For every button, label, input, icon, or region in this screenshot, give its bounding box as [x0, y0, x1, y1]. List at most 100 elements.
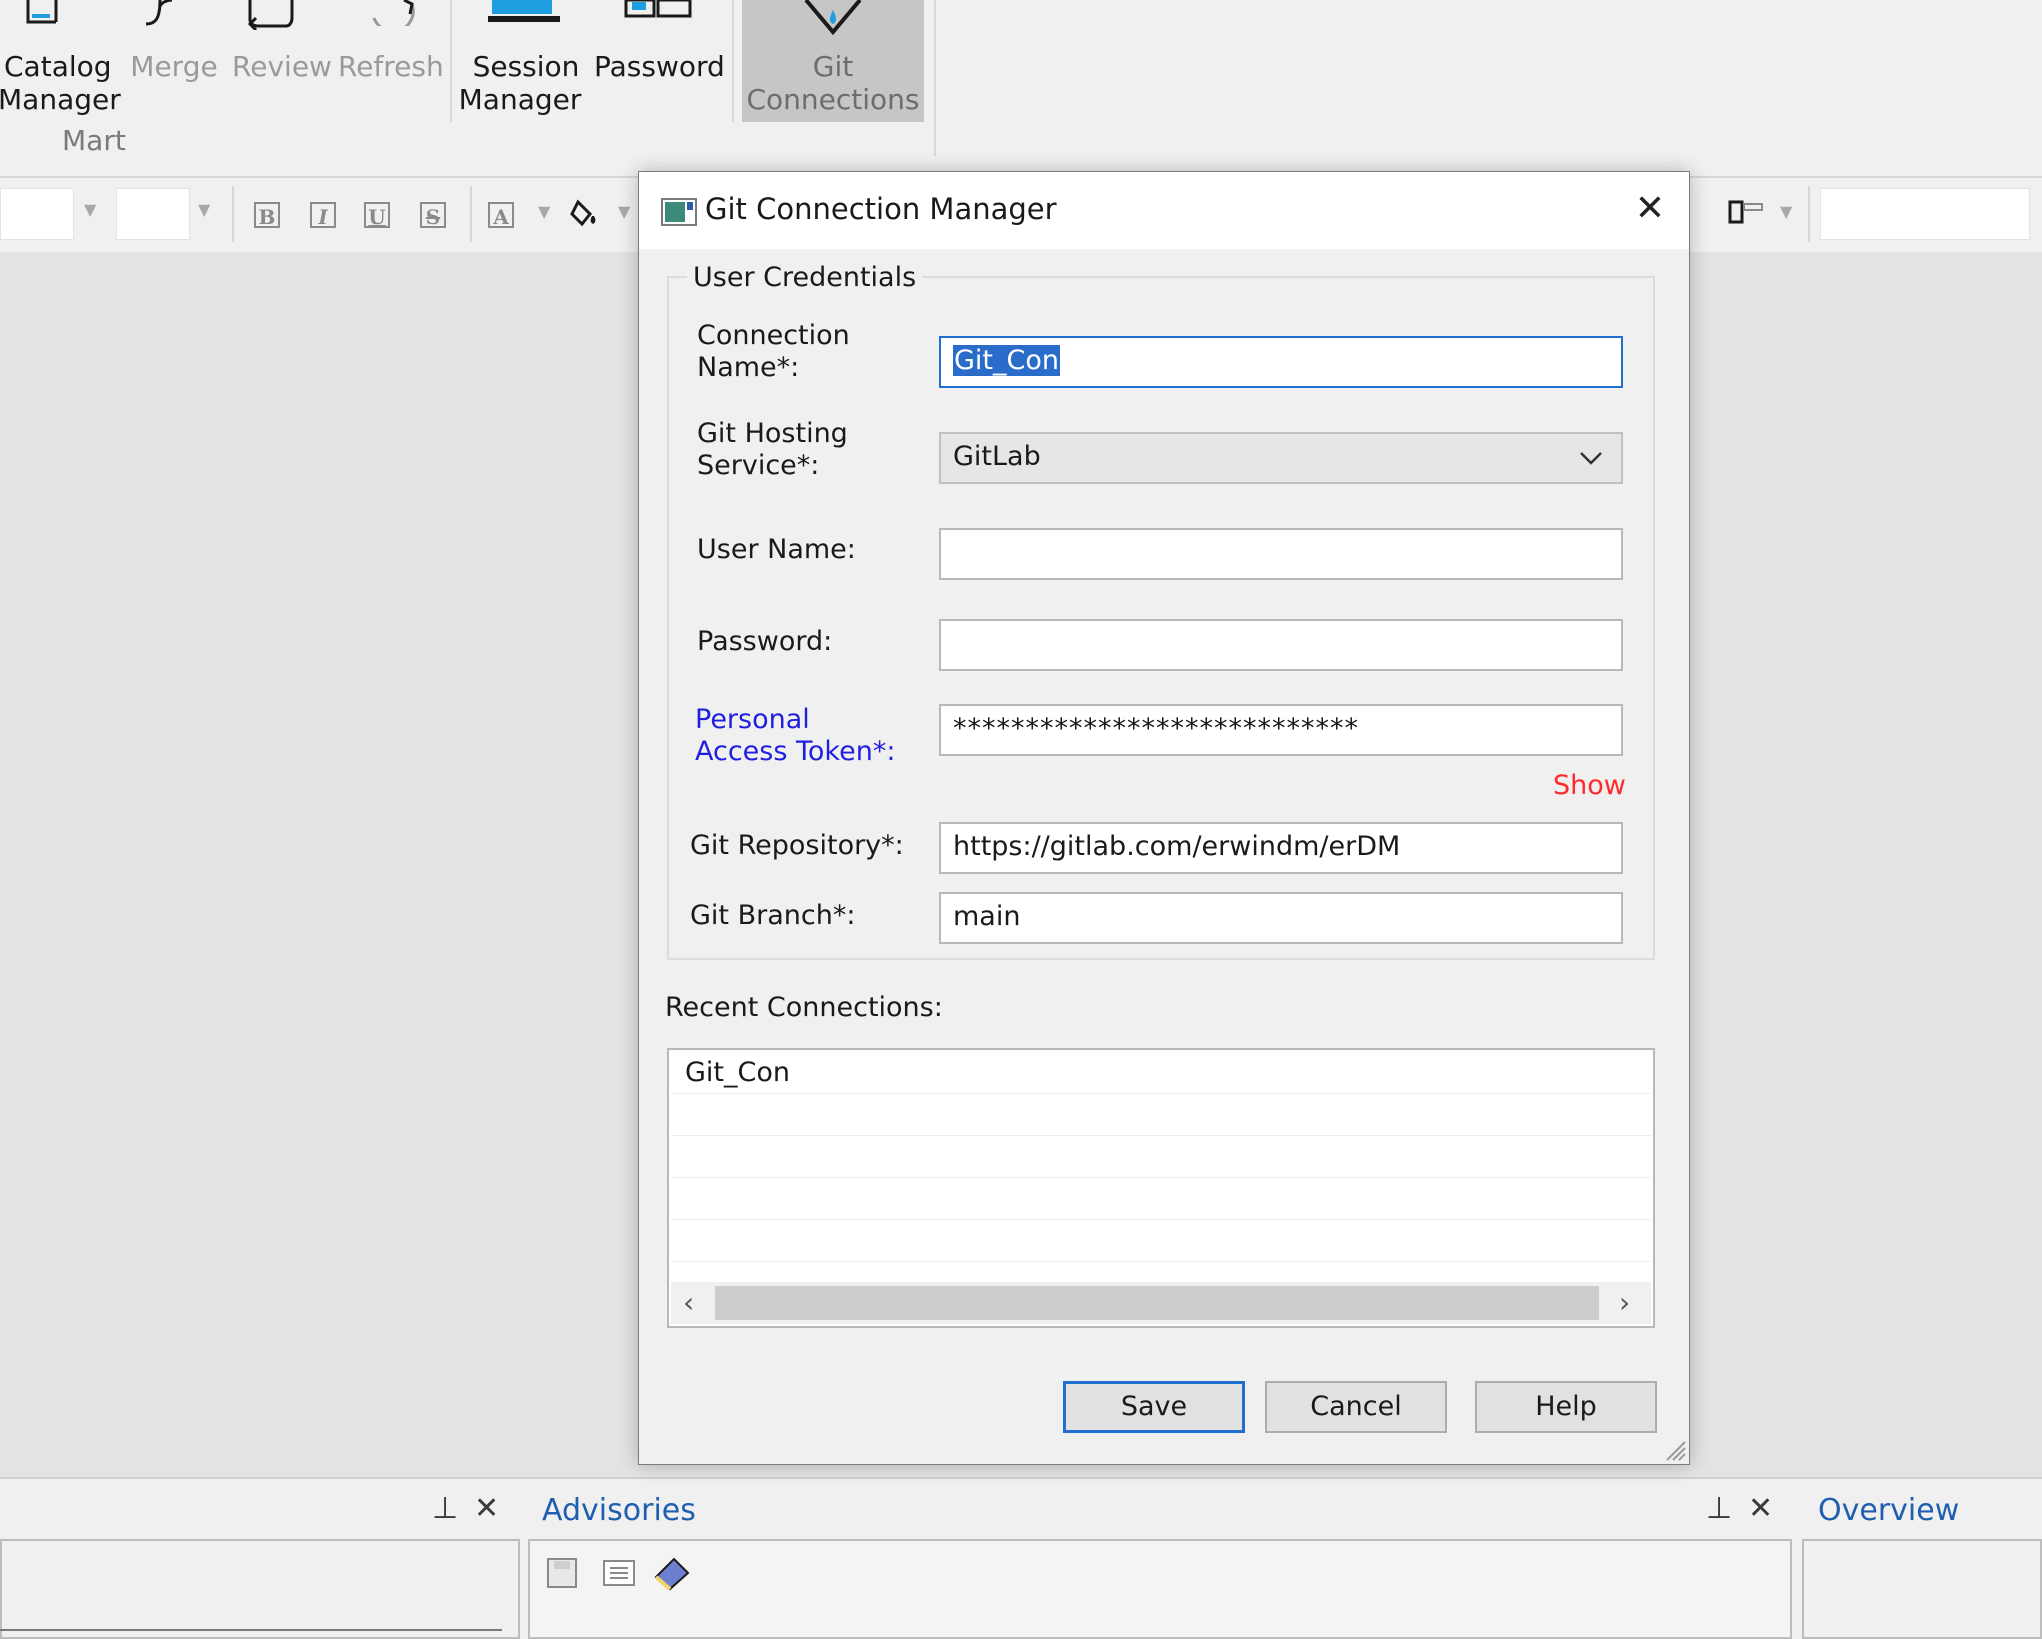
close-icon[interactable]: ✕: [1748, 1491, 1773, 1526]
italic-icon[interactable]: I: [310, 202, 336, 229]
scroll-left-icon[interactable]: ‹: [683, 1284, 694, 1322]
dialog-titlebar[interactable]: Git Connection Manager ✕: [639, 172, 1689, 249]
save-icon[interactable]: [546, 1557, 578, 1589]
refresh-icon: [372, 0, 415, 26]
session-manager-button[interactable]: Session Manager: [459, 0, 590, 122]
chevron-down-icon[interactable]: ▼: [84, 200, 96, 219]
git-connections-label-2: Connections: [746, 83, 920, 116]
pin-icon[interactable]: ⊥: [1706, 1491, 1732, 1526]
pin-icon[interactable]: ⊥: [432, 1491, 458, 1526]
advisories-title[interactable]: Advisories: [542, 1493, 696, 1528]
ribbon: Catalog Manager Merge Review Refresh Ses…: [0, 0, 2042, 178]
chevron-down-icon[interactable]: ▼: [538, 202, 550, 221]
personal-access-token-link-1[interactable]: Personal: [695, 704, 810, 736]
overview-title[interactable]: Overview: [1818, 1493, 1959, 1528]
list-icon[interactable]: [602, 1559, 636, 1587]
resize-grip-icon[interactable]: [1661, 1436, 1687, 1462]
user-name-label: User Name:: [697, 534, 856, 565]
erase-icon[interactable]: [652, 1555, 692, 1591]
personal-access-token-input[interactable]: ****************************: [939, 704, 1623, 756]
chevron-down-icon[interactable]: ▼: [618, 202, 630, 221]
show-token-link[interactable]: Show: [1553, 770, 1626, 801]
git-branch-input[interactable]: main: [939, 892, 1623, 944]
connection-name-value: Git_Con: [953, 345, 1060, 376]
scrollbar-thumb[interactable]: [715, 1286, 1599, 1320]
advisories-pane: [528, 1539, 1792, 1639]
refresh-label: Refresh: [338, 50, 444, 83]
recent-connections-label: Recent Connections:: [665, 992, 943, 1023]
hosting-service-label-2: Service*:: [697, 450, 820, 481]
chevron-down-icon[interactable]: ▼: [198, 200, 210, 219]
connection-name-label-1: Connection: [697, 320, 850, 351]
review-icon: [247, 0, 294, 30]
git-branch-label: Git Branch*:: [690, 900, 856, 931]
git-connections-icon: [804, 0, 862, 36]
connection-name-input[interactable]: Git_Con: [939, 336, 1623, 388]
ribbon-group-label-mart: Mart: [62, 124, 126, 157]
cancel-button[interactable]: Cancel: [1265, 1381, 1447, 1433]
chevron-down-icon[interactable]: ▼: [1780, 202, 1792, 221]
close-icon[interactable]: ✕: [1625, 186, 1675, 234]
session-manager-label-1: Session: [472, 50, 580, 83]
recent-connections-list[interactable]: Git_Con ‹ ›: [667, 1048, 1655, 1328]
hosting-service-label-1: Git Hosting: [697, 418, 848, 449]
personal-access-token-link-2[interactable]: Access Token*:: [695, 736, 895, 768]
app-icon: [661, 198, 697, 226]
password-button[interactable]: Password: [594, 0, 725, 122]
merge-label: Merge: [130, 50, 218, 83]
font-size-combo[interactable]: [116, 188, 190, 240]
close-icon[interactable]: ✕: [474, 1491, 499, 1526]
session-manager-icon: [488, 0, 560, 22]
chevron-down-icon: [1580, 452, 1602, 465]
hosting-service-value: GitLab: [953, 441, 1041, 472]
font-color-icon[interactable]: A: [488, 202, 514, 229]
strikethrough-icon[interactable]: S: [420, 202, 446, 229]
password-icon: [624, 0, 692, 18]
font-name-combo[interactable]: [0, 188, 74, 240]
catalog-manager-icon: [26, 0, 58, 24]
bottom-panes: ⊥ ✕ Advisories ⊥ ✕ Overview: [0, 1477, 2042, 1639]
list-item-empty: [671, 1220, 1651, 1262]
list-item[interactable]: Git_Con: [671, 1052, 1651, 1094]
left-pane: [0, 1539, 520, 1639]
password-input[interactable]: [939, 619, 1623, 671]
catalog-manager-button[interactable]: Catalog Manager: [0, 0, 121, 122]
list-item-empty: [671, 1094, 1651, 1136]
git-repository-input[interactable]: https://gitlab.com/erwindm/erDM: [939, 822, 1623, 874]
password-label: Password:: [697, 626, 833, 657]
merge-icon: [145, 0, 173, 26]
left-pane-divider: [0, 1629, 502, 1631]
toolbar-separator: [232, 186, 234, 242]
git-connection-manager-dialog: Git Connection Manager ✕ User Credential…: [638, 171, 1690, 1465]
horizontal-scrollbar[interactable]: ‹ ›: [671, 1282, 1651, 1324]
dialog-title: Git Connection Manager: [705, 192, 1057, 226]
catalog-manager-label-1: Catalog: [4, 50, 112, 83]
ribbon-separator: [450, 0, 452, 122]
hosting-service-select[interactable]: GitLab: [939, 432, 1623, 484]
git-connections-button[interactable]: Git Connections: [742, 0, 924, 122]
git-repository-label: Git Repository*:: [690, 830, 904, 861]
session-manager-label-2: Manager: [458, 83, 582, 116]
toolbar-separator: [1808, 186, 1810, 242]
list-item-empty: [671, 1178, 1651, 1220]
help-button[interactable]: Help: [1475, 1381, 1657, 1433]
connection-name-label-2: Name*:: [697, 352, 800, 383]
review-button[interactable]: Review: [232, 0, 332, 122]
refresh-button[interactable]: Refresh: [338, 0, 444, 122]
fill-color-icon[interactable]: [570, 198, 600, 230]
review-label: Review: [232, 50, 332, 83]
align-icon[interactable]: [1728, 198, 1768, 228]
scroll-right-icon[interactable]: ›: [1619, 1284, 1630, 1322]
git-connections-label-1: Git: [812, 50, 854, 83]
zoom-combo[interactable]: [1820, 188, 2030, 240]
bold-icon[interactable]: B: [254, 202, 280, 229]
overview-pane: [1802, 1539, 2042, 1639]
toolbar-separator: [470, 186, 472, 242]
user-name-input[interactable]: [939, 528, 1623, 580]
ribbon-separator: [732, 0, 734, 122]
merge-button[interactable]: Merge: [128, 0, 220, 122]
list-item-empty: [671, 1136, 1651, 1178]
underline-icon[interactable]: U: [364, 202, 390, 229]
user-credentials-legend: User Credentials: [687, 262, 923, 293]
save-button[interactable]: Save: [1063, 1381, 1245, 1433]
